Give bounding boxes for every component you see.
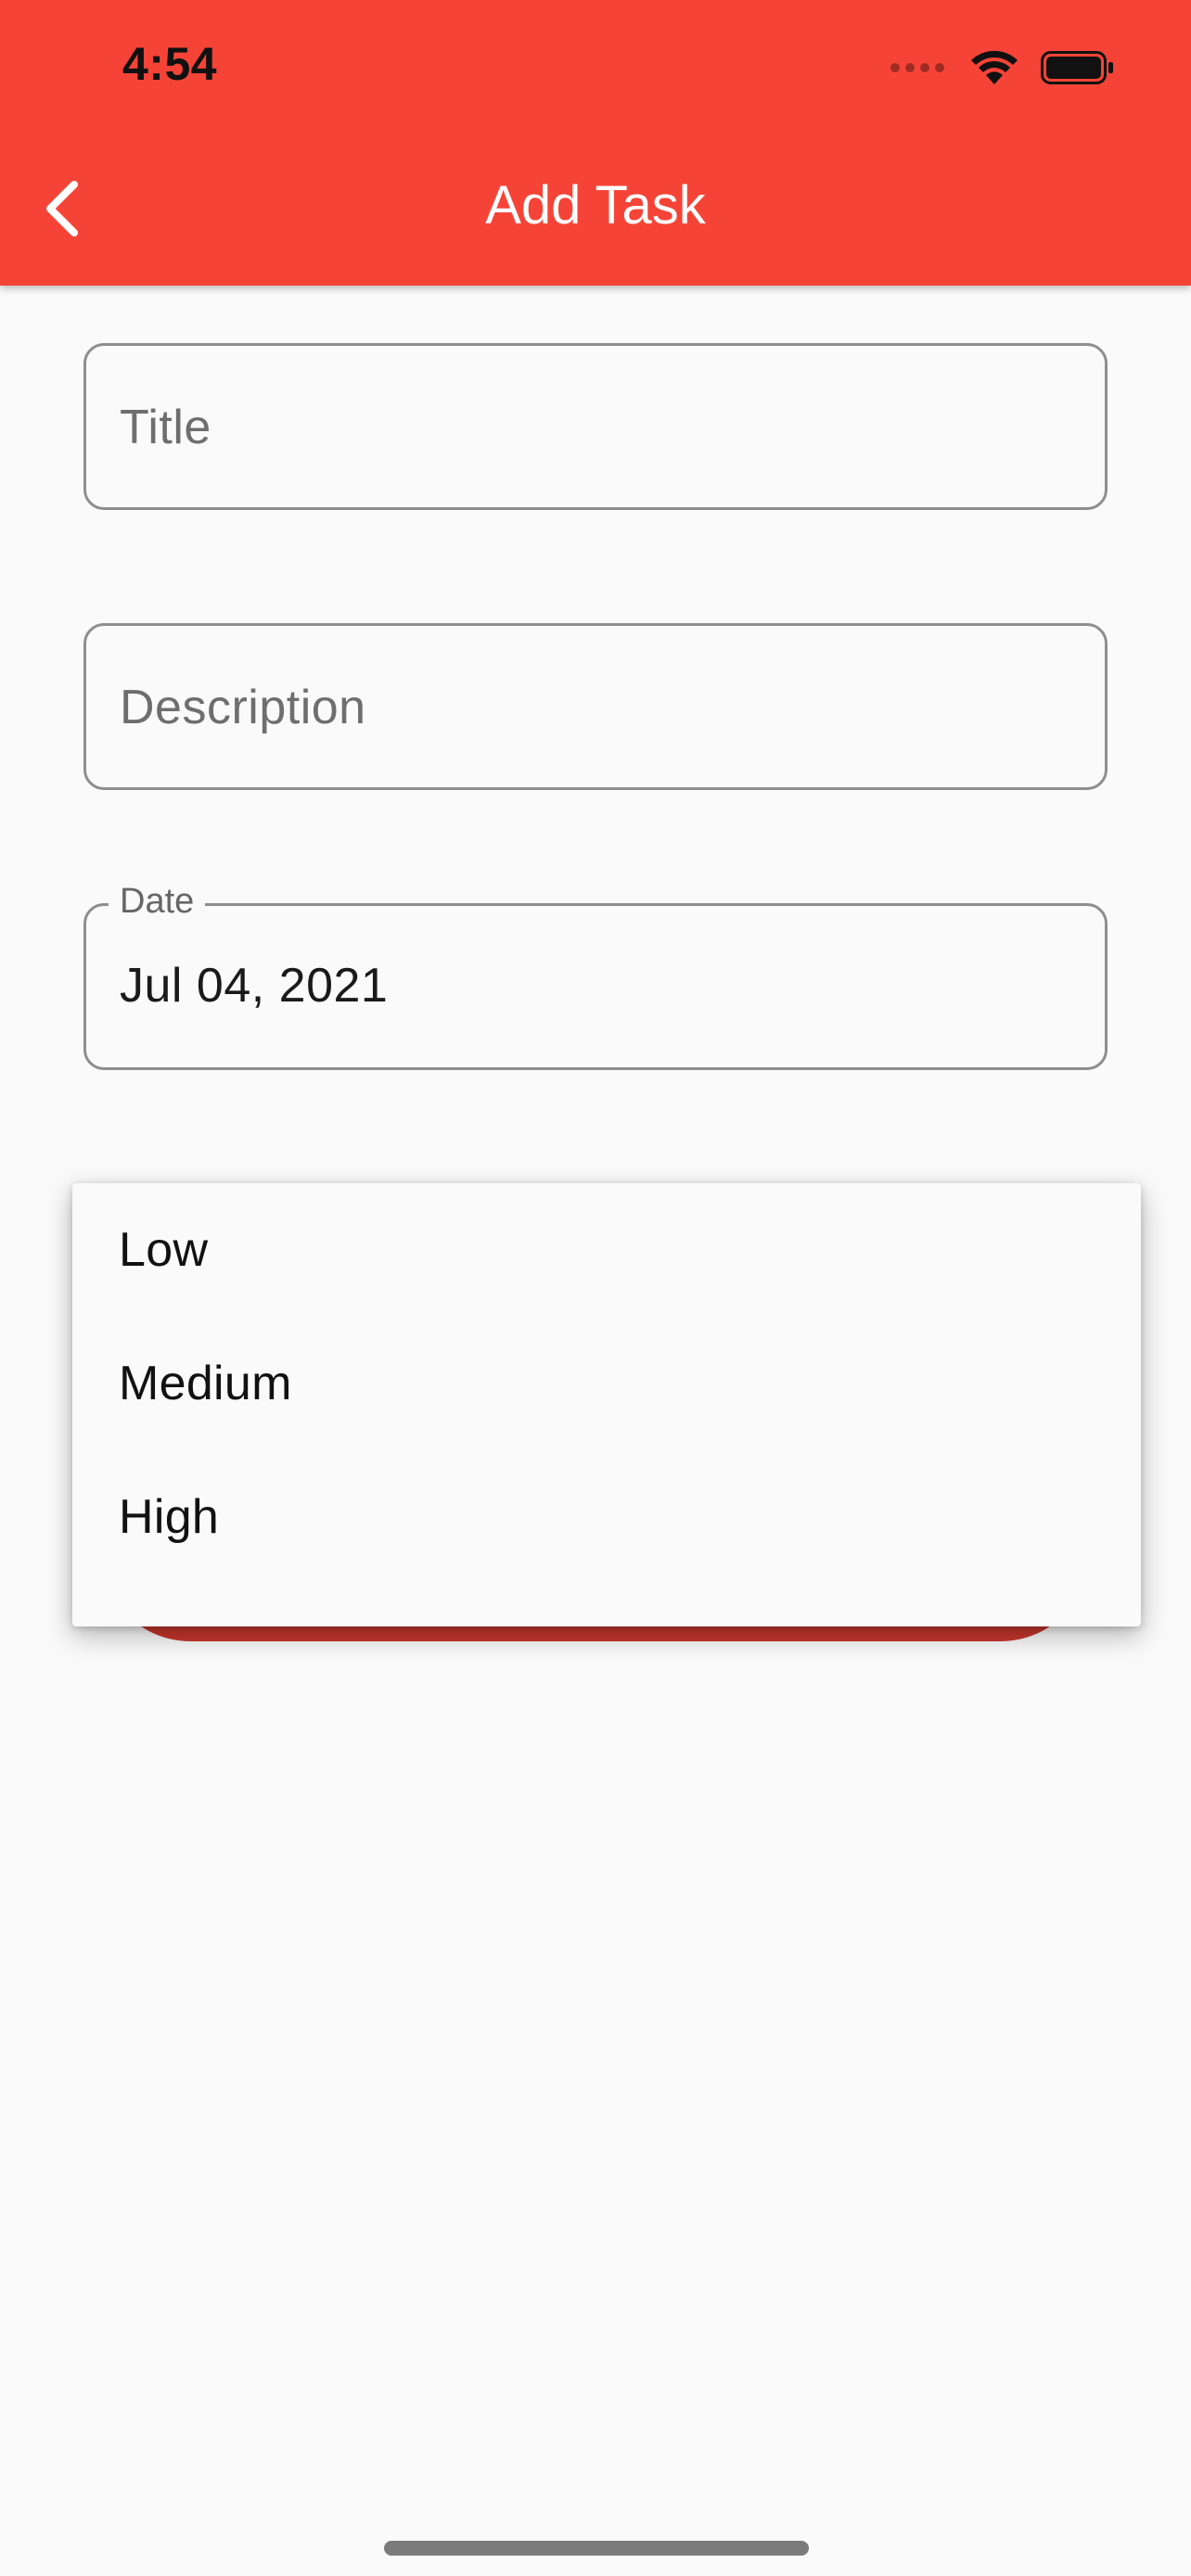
description-placeholder: Description	[120, 681, 366, 734]
date-value: Jul 04, 2021	[120, 959, 389, 1013]
cellular-signal-icon	[890, 63, 944, 72]
title-placeholder: Title	[120, 401, 211, 454]
priority-dropdown-menu: Low Medium High	[72, 1183, 1141, 1626]
date-label: Date	[109, 882, 206, 922]
battery-icon	[1041, 51, 1113, 84]
description-input[interactable]: Description	[83, 623, 1108, 790]
date-field[interactable]: Date Jul 04, 2021	[83, 882, 1108, 1070]
page-title: Add Task	[485, 175, 706, 236]
title-input[interactable]: Title	[83, 343, 1108, 510]
priority-option-medium[interactable]: Medium	[72, 1317, 1141, 1450]
app-bar: 4:54 Add Task	[0, 0, 1191, 286]
home-indicator[interactable]	[384, 2541, 809, 2556]
priority-option-high[interactable]: High	[72, 1450, 1141, 1584]
status-time: 4:54	[122, 38, 218, 90]
priority-option-low[interactable]: Low	[72, 1183, 1141, 1317]
wifi-icon	[971, 50, 1018, 84]
status-icons	[890, 45, 1115, 91]
